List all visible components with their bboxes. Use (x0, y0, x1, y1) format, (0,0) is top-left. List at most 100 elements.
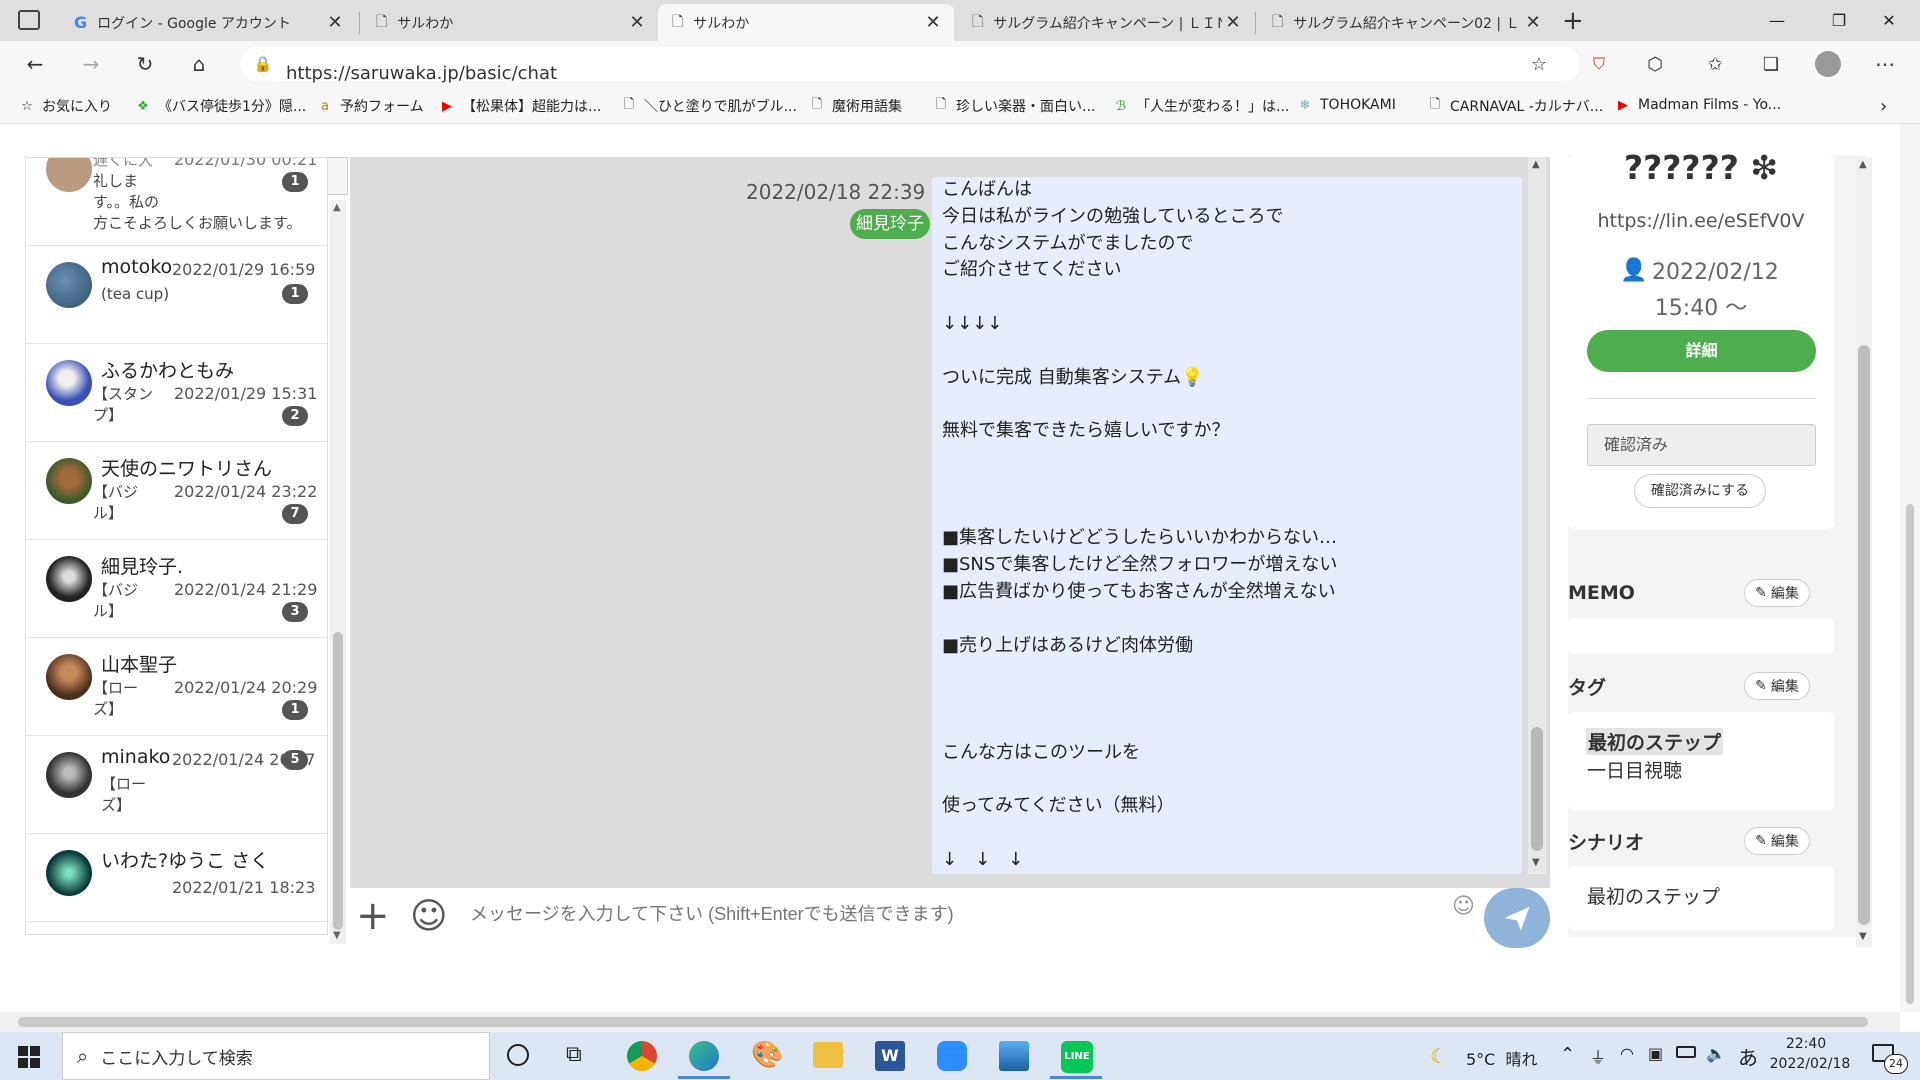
status-field[interactable]: 確認済み (1587, 424, 1816, 466)
clock-time[interactable]: 22:40 (1774, 1036, 1838, 1052)
emoji-icon[interactable]: ☺ (410, 894, 448, 940)
scrollbar-thumb[interactable] (1906, 504, 1914, 1004)
task-view-icon[interactable]: ⧉ (566, 1042, 582, 1067)
chevron-right-icon[interactable]: › (1880, 96, 1887, 117)
wifi-icon[interactable]: ◠ (1620, 1044, 1634, 1063)
forward-icon[interactable]: → (76, 49, 106, 79)
list-item[interactable]: いわた?ゆうこ さく 2022/01/21 18:23 (26, 834, 327, 922)
bookmark-tohokami[interactable]: ❄ TOHOKAMI (1296, 96, 1396, 114)
home-icon[interactable]: ⌂ (184, 49, 214, 79)
list-item[interactable]: ふるかわともみ 【スタン プ】 2022/01/29 15:31 2 (26, 344, 327, 442)
weather-text[interactable]: 5°C 晴れ (1466, 1046, 1538, 1070)
minimize-button[interactable]: — (1746, 0, 1808, 41)
line-icon[interactable]: LINE (1061, 1041, 1093, 1073)
chevron-down-icon[interactable]: ▼ (333, 930, 341, 941)
bookmark-madman[interactable]: ▶ Madman Films - Yo... (1614, 96, 1781, 114)
close-icon[interactable]: ✕ (922, 12, 944, 33)
chevron-up-icon[interactable]: ▲ (333, 202, 341, 213)
scenario-edit-button[interactable]: ✎ 編集 (1744, 827, 1810, 855)
battery-icon[interactable] (1676, 1046, 1696, 1058)
cortana-icon[interactable] (507, 1044, 529, 1066)
list-item[interactable]: minako 2022/01/24 20:27 【ロー ズ】 5 (26, 736, 327, 834)
tab-saruwaka-active[interactable]: 🗋 サルわか ✕ (658, 4, 954, 41)
bookmark-favorites[interactable]: ☆ お気に入り (18, 96, 112, 116)
list-item[interactable]: motoko 2022/01/29 16:59 (tea cup) 1 (26, 246, 327, 344)
chevron-down-icon[interactable]: ▼ (1532, 857, 1540, 868)
tab-google-login[interactable]: G ログイン - Google アカウント ✕ (60, 4, 356, 41)
close-icon[interactable]: ✕ (626, 12, 648, 33)
chat-scrollbar[interactable]: ▲ ▼ (1528, 157, 1546, 874)
url-text[interactable]: https://saruwaka.jp/basic/chat (286, 63, 557, 84)
tag-item[interactable]: 一日目視聴 (1587, 756, 1682, 783)
word-icon[interactable]: W (875, 1041, 905, 1071)
edit-icon: ✎ (1755, 585, 1767, 601)
close-icon[interactable]: ✕ (1522, 12, 1544, 33)
volume-icon[interactable]: 🔈 (1706, 1044, 1726, 1063)
bookmark-instruments[interactable]: 🗋 珍しい楽器・面白い... (932, 96, 1096, 116)
chevron-down-icon[interactable]: ▼ (1859, 931, 1867, 942)
bookmark-life[interactable]: ℬ 「人生が変わる！」は... (1112, 96, 1289, 116)
usb-icon[interactable]: ⏚ (1590, 1044, 1606, 1068)
edge-icon[interactable] (689, 1041, 719, 1071)
tags-edit-button[interactable]: ✎ 編集 (1744, 672, 1810, 700)
extension-shield-icon[interactable]: ⛉ (1584, 49, 1614, 79)
bookmark-magic[interactable]: 🗋 魔術用語集 (808, 96, 902, 116)
chevron-up-icon[interactable]: ▲ (1859, 159, 1867, 170)
new-tab-icon[interactable]: + (1562, 6, 1584, 36)
favorites-icon[interactable]: ✩ (1700, 49, 1730, 79)
explorer-icon[interactable] (813, 1042, 843, 1068)
tab-saruwaka-1[interactable]: 🗋 サルわか ✕ (362, 4, 658, 41)
detail-button[interactable]: 詳細 (1587, 330, 1816, 372)
horizontal-scrollbar[interactable] (0, 1012, 1900, 1032)
scrollbar-thumb[interactable] (1858, 345, 1870, 925)
scrollbar-thumb[interactable] (1531, 727, 1543, 851)
close-icon[interactable]: ✕ (1222, 12, 1244, 33)
bookmark-bus[interactable]: ❖ 《バス停徒歩1分》隠... (134, 96, 306, 116)
clock-date[interactable]: 2022/02/18 (1768, 1056, 1852, 1072)
memo-edit-button[interactable]: ✎ 編集 (1744, 579, 1810, 607)
display-icon[interactable]: ▣ (1648, 1044, 1663, 1063)
send-button[interactable] (1484, 888, 1550, 948)
scrollbar-thumb[interactable] (333, 632, 343, 930)
tab-campaign-1[interactable]: 🗋 サルグラム紹介キャンペーン | ＬＩＮ ✕ (958, 4, 1254, 41)
profile-scrollbar[interactable]: ▲ ▼ (1856, 157, 1872, 947)
add-attachment-icon[interactable]: + (356, 888, 390, 944)
profile-link[interactable]: https://lin.ee/eSEfV0V (1568, 210, 1834, 232)
chrome-icon[interactable] (627, 1041, 657, 1071)
zoom-icon[interactable] (937, 1041, 967, 1071)
page-scrollbar[interactable] (1900, 124, 1920, 1012)
close-window-button[interactable]: ✕ (1858, 0, 1920, 41)
confirm-button[interactable]: 確認済みにする (1634, 474, 1766, 508)
collections-icon[interactable]: ❏ (1756, 49, 1786, 79)
paint-icon[interactable]: 🎨 (751, 1040, 783, 1070)
chevron-up-icon[interactable]: ⌃ (1560, 1044, 1575, 1065)
bookmark-youtube-1[interactable]: ▶ 【松果体】超能力は... (438, 96, 601, 116)
profile-avatar[interactable] (1815, 51, 1841, 77)
tab-actions-icon[interactable] (18, 10, 40, 30)
emoji-picker-icon[interactable]: ☺ (1452, 894, 1475, 919)
tag-item[interactable]: 最初のステップ (1586, 728, 1724, 755)
list-item[interactable]: 山本聖子 【ロー ズ】 2022/01/24 20:29 1 (26, 638, 327, 736)
taskbar-search[interactable]: ⌕ ここに入力して検索 (62, 1032, 490, 1080)
extensions-icon[interactable]: ⬡ (1640, 49, 1670, 79)
message-line (942, 659, 1512, 686)
message-input[interactable] (470, 892, 1460, 936)
contact-list-scrollbar[interactable]: ▲ ▼ (330, 200, 346, 944)
windows-start-icon[interactable] (18, 1046, 40, 1068)
more-icon[interactable]: ⋯ (1870, 49, 1900, 79)
list-item[interactable]: 2022/01/30 00:21 遅くに大 礼しま す。。私の 方こそよろしくお… (26, 158, 327, 246)
bookmark-skin[interactable]: 🗋 ＼ひと塗りで肌がブル... (620, 96, 797, 116)
list-item[interactable]: 細見玲子. 【バジ ル】 2022/01/24 21:29 3 (26, 540, 327, 638)
chevron-up-icon[interactable]: ▲ (1532, 159, 1540, 170)
add-favorite-icon[interactable]: ☆ (1524, 49, 1554, 79)
bookmark-carnaval[interactable]: 🗋 CARNAVAL -カルナバ... (1426, 96, 1603, 116)
photos-icon[interactable] (999, 1041, 1029, 1071)
list-item[interactable]: 天使のニワトリさん 【バジ ル】 2022/01/24 23:22 7 (26, 442, 327, 540)
back-icon[interactable]: ← (20, 49, 50, 79)
ime-indicator[interactable]: あ (1738, 1042, 1758, 1071)
reload-icon[interactable]: ↻ (130, 49, 160, 79)
close-icon[interactable]: ✕ (324, 12, 346, 33)
tab-campaign-2[interactable]: 🗋 サルグラム紹介キャンペーン02 | ＬＩ ✕ (1258, 4, 1554, 41)
scrollbar-thumb[interactable] (18, 1017, 1868, 1027)
bookmark-reserve[interactable]: a 予約フォーム (316, 96, 424, 116)
